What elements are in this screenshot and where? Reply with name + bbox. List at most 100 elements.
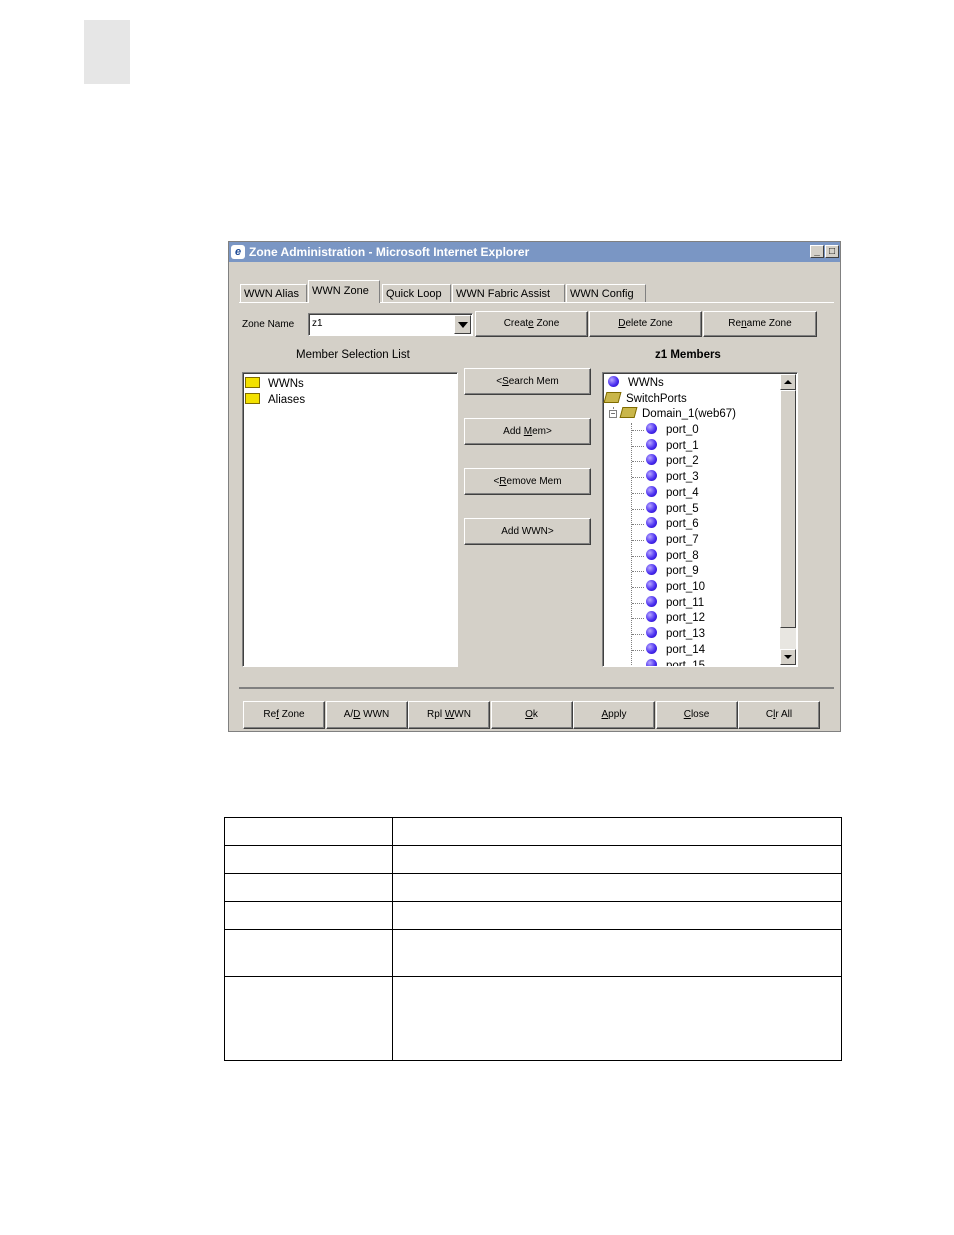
- tree-item-port[interactable]: port_15: [646, 658, 705, 666]
- tree-item-port[interactable]: port_7: [646, 532, 699, 548]
- table-cell: [224, 976, 393, 1061]
- tree-item-port[interactable]: port_6: [646, 516, 699, 532]
- table-cell: [392, 901, 842, 930]
- tab-quick-loop[interactable]: Quick Loop: [382, 284, 451, 302]
- tree-item-port[interactable]: port_4: [646, 485, 699, 501]
- remove-mem-button[interactable]: <Remove Mem: [464, 468, 591, 495]
- tree-item-port[interactable]: port_5: [646, 501, 699, 517]
- member-node-icon: [608, 376, 619, 387]
- search-mem-button[interactable]: <Search Mem: [464, 368, 591, 395]
- ref-zone-button[interactable]: Ref Zone: [243, 701, 325, 729]
- tree-item-member-wwns[interactable]: WWNs: [608, 375, 664, 391]
- zone-admin-window: e Zone Administration - Microsoft Intern…: [228, 241, 841, 732]
- tree-item-wwns[interactable]: WWNs: [245, 376, 304, 392]
- table-row: [224, 845, 842, 874]
- tree-item-port[interactable]: port_9: [646, 563, 699, 579]
- table-cell: [392, 817, 842, 846]
- collapse-icon[interactable]: −: [609, 410, 617, 418]
- tree-item-port[interactable]: port_11: [646, 595, 704, 611]
- port-node-icon: [646, 423, 657, 434]
- zone-name-value: z1: [312, 318, 323, 329]
- tab-wwn-fabric-assist[interactable]: WWN Fabric Assist: [452, 284, 565, 302]
- tree-item-aliases[interactable]: Aliases: [245, 392, 305, 408]
- open-folder-icon: [603, 392, 622, 403]
- table-row: [224, 976, 842, 1061]
- port-node-icon: [646, 564, 657, 576]
- table-cell: [392, 845, 842, 874]
- members-tree[interactable]: WWNs SwitchPorts − Domain_1(web67) port_0…: [602, 372, 798, 667]
- create-zone-button[interactable]: Create Zone: [475, 311, 588, 337]
- table-row: [224, 929, 842, 977]
- dropdown-arrow-icon[interactable]: [454, 315, 471, 334]
- zone-name-select[interactable]: z1: [308, 313, 473, 336]
- folder-icon: [245, 377, 260, 388]
- clr-all-button[interactable]: Clr All: [738, 701, 820, 729]
- tree-item-port[interactable]: port_1: [646, 438, 699, 454]
- tree-item-switchports[interactable]: SwitchPorts: [603, 391, 687, 407]
- ad-wwn-button[interactable]: A/D WWN: [325, 701, 408, 729]
- tree-item-port[interactable]: port_0: [646, 422, 699, 438]
- minimize-button[interactable]: _: [810, 245, 824, 258]
- title-bar: e Zone Administration - Microsoft Intern…: [229, 242, 840, 262]
- add-wwn-button[interactable]: Add WWN>: [464, 518, 591, 545]
- table-row: [224, 817, 842, 846]
- tree-item-port[interactable]: port_8: [646, 548, 699, 564]
- scroll-down-icon[interactable]: [780, 649, 796, 665]
- member-selection-header: Member Selection List: [296, 349, 410, 361]
- table-cell: [392, 873, 842, 902]
- table-cell: [224, 845, 393, 874]
- apply-button[interactable]: Apply: [573, 701, 655, 729]
- port-node-icon: [646, 501, 657, 513]
- doc-table: [224, 817, 842, 1061]
- rename-zone-button[interactable]: Rename Zone: [703, 311, 817, 337]
- close-button[interactable]: Close: [655, 701, 738, 729]
- port-node-icon: [646, 642, 657, 654]
- tree-item-port[interactable]: port_13: [646, 626, 705, 642]
- table-row: [224, 901, 842, 930]
- table-cell: [224, 929, 393, 977]
- folder-icon: [245, 393, 260, 404]
- table-row: [224, 873, 842, 902]
- table-cell: [224, 901, 393, 930]
- tab-wwn-config[interactable]: WWN Config: [566, 284, 646, 302]
- port-node-icon: [646, 580, 657, 591]
- port-node-icon: [646, 611, 657, 623]
- ie-logo-icon: e: [231, 245, 245, 259]
- port-node-icon: [646, 548, 657, 560]
- members-scrollbar[interactable]: [780, 374, 796, 665]
- scroll-thumb[interactable]: [780, 390, 796, 628]
- open-folder-icon: [619, 407, 638, 418]
- delete-zone-button[interactable]: Delete Zone: [589, 311, 702, 337]
- tree-item-port[interactable]: port_10: [646, 579, 705, 595]
- table-cell: [224, 873, 393, 902]
- page-corner-tab: [84, 20, 130, 84]
- port-node-icon: [646, 627, 657, 639]
- port-node-icon: [646, 470, 657, 482]
- ok-button[interactable]: Ok: [490, 701, 573, 729]
- port-node-icon: [646, 517, 657, 529]
- z1-members-header: z1 Members: [655, 349, 721, 361]
- port-node-icon: [646, 485, 657, 497]
- tree-item-port[interactable]: port_12: [646, 610, 705, 626]
- window-title: Zone Administration - Microsoft Internet…: [249, 245, 530, 259]
- tree-item-port[interactable]: port_14: [646, 642, 705, 658]
- tree-item-port[interactable]: port_3: [646, 469, 699, 485]
- maximize-button[interactable]: □: [825, 245, 839, 258]
- tree-item-domain[interactable]: − Domain_1(web67): [609, 406, 736, 422]
- scroll-up-icon[interactable]: [780, 374, 796, 390]
- tab-wwn-zone[interactable]: WWN Zone: [308, 280, 380, 303]
- rpl-wwn-button[interactable]: Rpl WWN: [408, 701, 490, 729]
- tree-item-port[interactable]: port_2: [646, 453, 699, 469]
- port-node-icon: [646, 454, 657, 466]
- port-node-icon: [646, 658, 657, 666]
- port-node-icon: [646, 438, 657, 450]
- table-cell: [224, 817, 393, 846]
- port-node-icon: [646, 595, 657, 607]
- member-selection-list[interactable]: WWNs Aliases: [242, 372, 458, 667]
- tab-wwn-alias[interactable]: WWN Alias: [240, 284, 307, 302]
- zone-name-label: Zone Name: [242, 319, 295, 330]
- table-cell: [392, 976, 842, 1061]
- port-node-icon: [646, 532, 657, 544]
- table-cell: [392, 929, 842, 977]
- add-mem-button[interactable]: Add Mem>: [464, 418, 591, 445]
